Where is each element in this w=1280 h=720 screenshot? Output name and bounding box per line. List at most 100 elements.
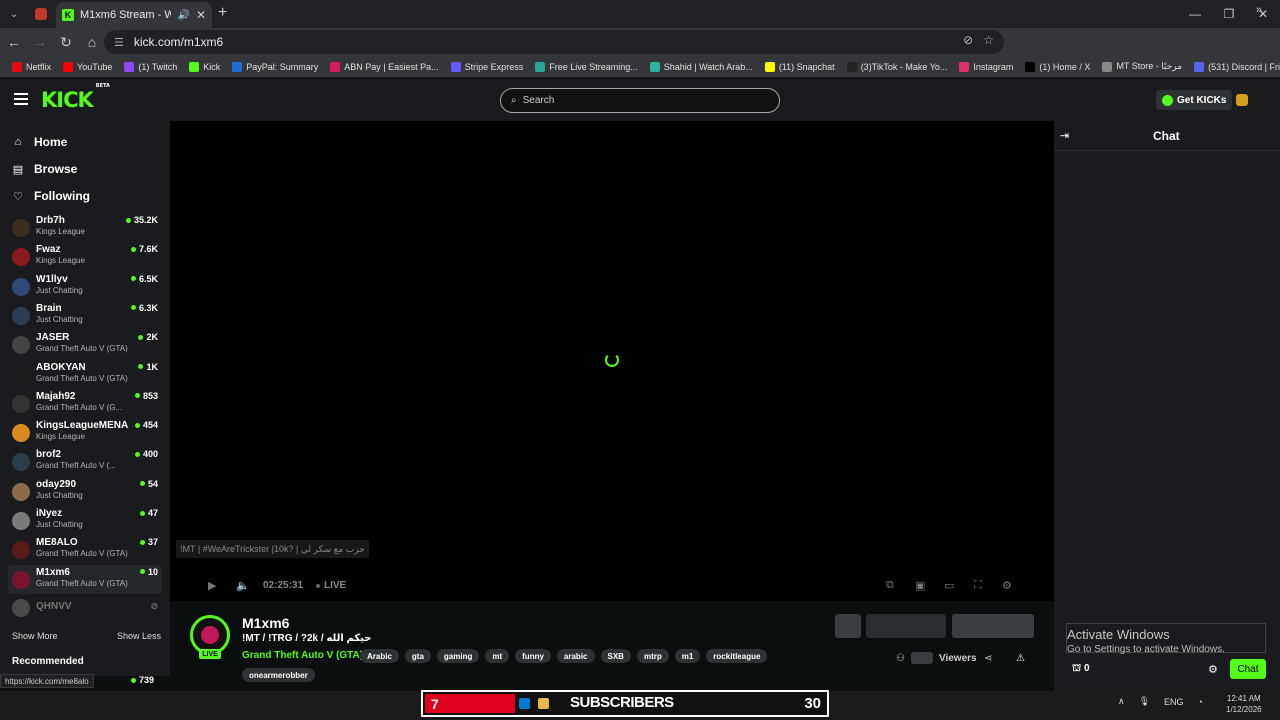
offline-channel[interactable]: QHNVV ⊘ — [8, 593, 162, 622]
bookmark-item[interactable]: (3)TikTok - Make Yo... — [841, 56, 954, 78]
tag[interactable]: funny — [515, 649, 551, 663]
bookmark-item[interactable]: ABN Pay | Easiest Pa... — [324, 56, 444, 78]
live-dot-icon — [139, 569, 145, 575]
video-player[interactable]: !MT | #WeAreTrickster |10k? | حرب مع سكر… — [170, 121, 1054, 601]
bookmark-item[interactable]: Netflix — [6, 56, 57, 78]
sidebar-item-home[interactable]: ⌂ Home — [12, 132, 68, 152]
link-status-bar: https://kick.com/me8alo — [0, 674, 94, 688]
system-clock[interactable]: 12:41 AM 1/12/2026 — [1226, 693, 1262, 715]
miniplayer-icon[interactable]: ⧉ — [886, 579, 894, 592]
sidebar-channel-item[interactable]: ME8ALO Grand Theft Auto V (GTA) 37 — [8, 535, 162, 564]
action-placeholder-button[interactable] — [835, 614, 861, 638]
menu-icon[interactable] — [14, 93, 28, 105]
show-more-button[interactable]: Show More — [12, 631, 58, 641]
tag[interactable]: onearmerobber — [242, 668, 315, 682]
play-icon[interactable]: ▶ — [208, 579, 216, 592]
kick-logo[interactable]: KICKBETA — [41, 83, 110, 112]
collapse-chat-icon[interactable]: ⇥ — [1060, 129, 1069, 142]
file-explorer-icon[interactable] — [538, 698, 549, 709]
tag[interactable]: rockitleague — [706, 649, 768, 663]
sidebar-channel-item[interactable]: Majah92 Grand Theft Auto V (G... 853 — [8, 389, 162, 418]
active-tab[interactable]: K M1xm6 Stream - Watch Live 🔊 ✕ — [56, 2, 212, 28]
bookmark-item[interactable]: Stripe Express — [445, 56, 530, 78]
show-less-button[interactable]: Show Less — [117, 631, 161, 641]
tag[interactable]: m1 — [674, 649, 701, 663]
tag[interactable]: gta — [404, 649, 431, 663]
network-icon[interactable]: ◔ — [1198, 697, 1203, 707]
tag[interactable]: mtrp — [636, 649, 669, 663]
search-placeholder: Search — [522, 95, 555, 106]
sidebar-item-following[interactable]: ♡ Following — [12, 186, 90, 206]
sidebar-item-browse[interactable]: ▤ Browse — [12, 159, 78, 179]
minimize-icon[interactable]: — — [1178, 0, 1212, 28]
site-info-icon[interactable]: ☰ — [114, 36, 124, 49]
tag[interactable]: gaming — [436, 649, 480, 663]
maximize-icon[interactable]: ❐ — [1212, 0, 1246, 28]
sidebar-channel-item[interactable]: ABOKYAN Grand Theft Auto V (GTA) 1K — [8, 360, 162, 389]
window-close-icon[interactable]: ✕ — [1246, 0, 1280, 28]
bookmark-item[interactable]: Instagram — [953, 56, 1019, 78]
chat-settings-icon[interactable]: ⚙ — [1208, 663, 1218, 676]
volume-icon[interactable]: 🔈 — [236, 579, 250, 592]
tray-overflow-icon[interactable]: ∧ — [1118, 696, 1125, 707]
user-avatar[interactable] — [1236, 94, 1248, 106]
live-indicator[interactable]: LIVE — [316, 580, 346, 591]
tag[interactable]: SXB — [600, 649, 631, 663]
tab-search-icon[interactable]: ⌄ — [0, 0, 28, 28]
eye-off-icon[interactable]: ⊘ — [963, 33, 973, 47]
bookmark-item[interactable]: (1) Home / X — [1019, 56, 1096, 78]
sidebar-channel-item[interactable]: W1llyv Just Chatting 6.5K — [8, 272, 162, 301]
language-indicator[interactable]: ENG — [1164, 697, 1184, 707]
sidebar-channel-item[interactable]: Brain Just Chatting 6.3K — [8, 301, 162, 330]
bookmark-item[interactable]: (531) Discord | Frien... — [1188, 56, 1280, 78]
microphone-icon[interactable]: 🎙 — [1139, 696, 1150, 707]
subscribe-placeholder-button[interactable] — [952, 614, 1034, 638]
clip-icon[interactable]: ▣ — [915, 579, 925, 592]
channel-avatar — [12, 277, 30, 296]
tag[interactable]: Arabic — [360, 649, 399, 663]
tab-close-icon[interactable]: ✕ — [196, 8, 206, 22]
bookmark-item[interactable]: (11) Snapchat — [759, 56, 841, 78]
bookmark-item[interactable]: Shahid | Watch Arab... — [644, 56, 759, 78]
reload-icon[interactable]: ↻ — [54, 30, 78, 54]
back-icon[interactable]: ← — [2, 30, 26, 54]
sidebar-channel-item[interactable]: JASER Grand Theft Auto V (GTA) 2K — [8, 330, 162, 359]
tag[interactable]: arabic — [556, 649, 595, 663]
audio-icon[interactable]: 🔊 — [177, 10, 189, 21]
bookmark-item[interactable]: Kick — [183, 56, 226, 78]
report-icon[interactable]: ⚠ — [1016, 653, 1025, 664]
channel-points[interactable]: ⛫ 0 — [1072, 663, 1090, 676]
streamer-name[interactable]: M1xm6 — [242, 615, 289, 631]
get-kicks-button[interactable]: Get KICKs — [1156, 90, 1233, 110]
inactive-tab[interactable] — [28, 4, 54, 24]
share-icon[interactable]: ⋖ — [984, 653, 992, 664]
bookmark-item[interactable]: Free Live Streaming... — [529, 56, 644, 78]
new-tab-icon[interactable]: + — [218, 4, 227, 22]
bookmark-item[interactable]: PayPal: Summary — [226, 56, 324, 78]
sidebar-channel-item[interactable]: oday290 Just Chatting 54 — [8, 477, 162, 506]
sidebar-channel-item[interactable]: Fwaz Kings League 7.6K — [8, 242, 162, 271]
sidebar-channel-item[interactable]: brof2 Grand Theft Auto V (... 400 — [8, 447, 162, 476]
bookmark-item[interactable]: (1) Twitch — [118, 56, 183, 78]
forward-icon[interactable]: → — [28, 30, 52, 54]
sidebar-channel-item[interactable]: iNyez Just Chatting 47 — [8, 506, 162, 535]
fullscreen-icon[interactable]: ⛶ — [974, 579, 982, 592]
bookmark-item[interactable]: MT Store - مرحبًا — [1096, 56, 1188, 78]
bookmark-star-icon[interactable]: ☆ — [983, 33, 994, 47]
search-input[interactable]: ⌕ Search — [500, 88, 780, 113]
url-input[interactable]: ☰ kick.com/m1xm6 ⊘ ☆ — [104, 30, 1004, 54]
theater-mode-icon[interactable]: ▭ — [944, 579, 954, 592]
home-browser-icon[interactable]: ⌂ — [80, 30, 104, 54]
sidebar-channel-item[interactable]: Drb7h Kings League 35.2K — [8, 213, 162, 242]
tag[interactable]: mt — [485, 649, 510, 663]
bookmark-item[interactable]: YouTube — [57, 56, 118, 78]
follow-placeholder-button[interactable] — [866, 614, 946, 638]
windows-start-icon[interactable] — [519, 698, 530, 709]
stream-category-link[interactable]: Grand Theft Auto V (GTA) — [242, 650, 363, 661]
channel-viewer-count: 400 — [134, 449, 158, 459]
bookmarks-overflow-icon[interactable]: » — [1256, 4, 1262, 16]
sidebar-channel-item[interactable]: M1xm6 Grand Theft Auto V (GTA) 10 — [8, 564, 162, 594]
settings-icon[interactable]: ⚙ — [1002, 579, 1012, 592]
send-chat-button[interactable]: Chat — [1230, 659, 1266, 679]
sidebar-channel-item[interactable]: KingsLeagueMENA Kings League 454 — [8, 418, 162, 447]
